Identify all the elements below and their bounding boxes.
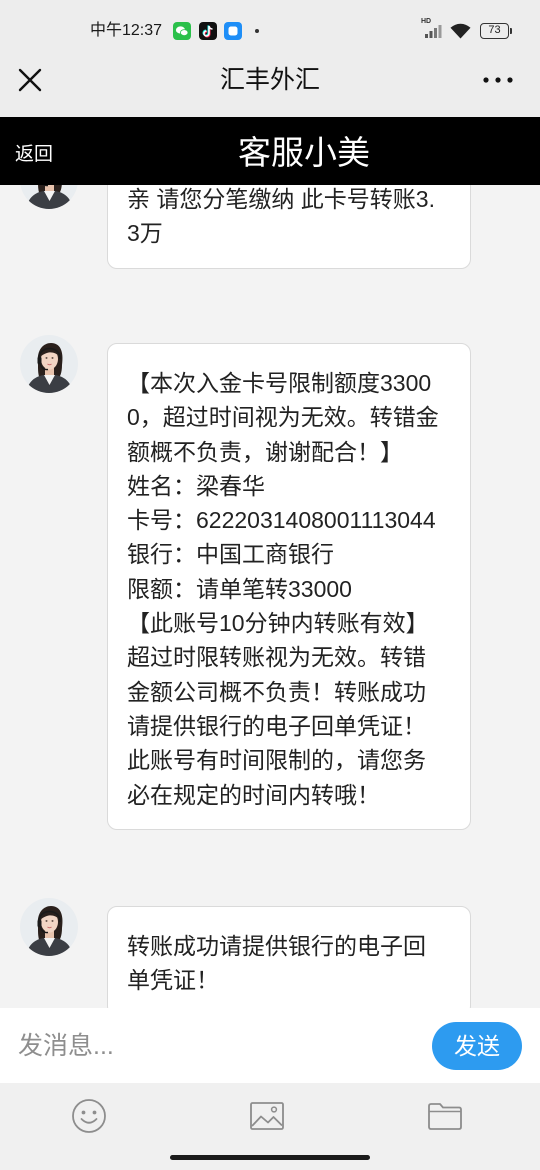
status-time: 中午12:37 [90,22,163,39]
folder-icon[interactable] [427,1098,463,1134]
agent-avatar [20,898,78,956]
more-icon[interactable] [480,70,516,90]
message-line: 0，超过时间视为无效。转错金 [127,404,439,431]
wechat-icon [173,22,191,40]
page-title: 汇丰外汇 [219,66,320,94]
battery-icon: 73 [480,23,509,39]
battery-nub [510,28,512,34]
chat-messages[interactable]: 亲 请您分笔缴纳 此卡号转账3. 3万 【本次入金卡号限制额度3300 0，超过… [0,185,540,1008]
message-line: 【此账号10分钟内转账有效】 [127,610,429,637]
message-line: 亲 请您分笔缴纳 此卡号转账3. [127,186,435,212]
home-indicator[interactable] [170,1155,370,1160]
message-line: 转账成功请提供银行的电子回 [127,933,426,959]
message-line: 必在规定的时间内转哦！ [127,781,380,808]
message-line: 限额：请单笔转33000 [127,575,352,602]
tiktok-icon [199,22,217,40]
message-line: 额概不负责，谢谢配合！】 [127,438,403,465]
message-line: 银行：中国工商银行 [127,541,334,568]
message-line: 3万 [127,220,163,247]
agent-name-title: 客服小美 [238,134,370,171]
agent-avatar [20,335,78,393]
message-line: 超过时限转账视为无效。转错 [127,644,426,671]
wifi-icon [450,23,471,39]
message-line: 金额公司概不负责！转账成功 [127,678,426,705]
message-line: 【本次入金卡号限制额度3300 [127,370,432,396]
message-bubble: 【本次入金卡号限制额度3300 0，超过时间视为无效。转错金 额概不负责，谢谢配… [107,343,471,830]
app-icon [224,22,242,40]
agent-avatar [20,185,78,209]
image-icon[interactable] [249,1098,285,1134]
message-input[interactable] [18,1026,413,1066]
message-line: 卡号：6222031408001113044 [127,507,436,534]
signal-icon [425,25,442,38]
message-line: 单凭证！ [127,967,219,994]
message-line: 姓名：梁春华 [127,472,265,499]
message-bubble: 转账成功请提供银行的电子回 单凭证！ [107,906,471,1008]
dot-icon [255,29,259,33]
message-line: 请提供银行的电子回单凭证！ [127,712,426,739]
message-bubble: 亲 请您分笔缴纳 此卡号转账3. 3万 [107,185,471,269]
back-button[interactable]: 返回 [15,143,53,167]
close-icon[interactable] [17,67,43,93]
emoji-icon[interactable] [71,1098,107,1134]
message-line: 此账号有时间限制的，请您务 [127,747,426,774]
send-button[interactable]: 发送 [432,1022,522,1070]
